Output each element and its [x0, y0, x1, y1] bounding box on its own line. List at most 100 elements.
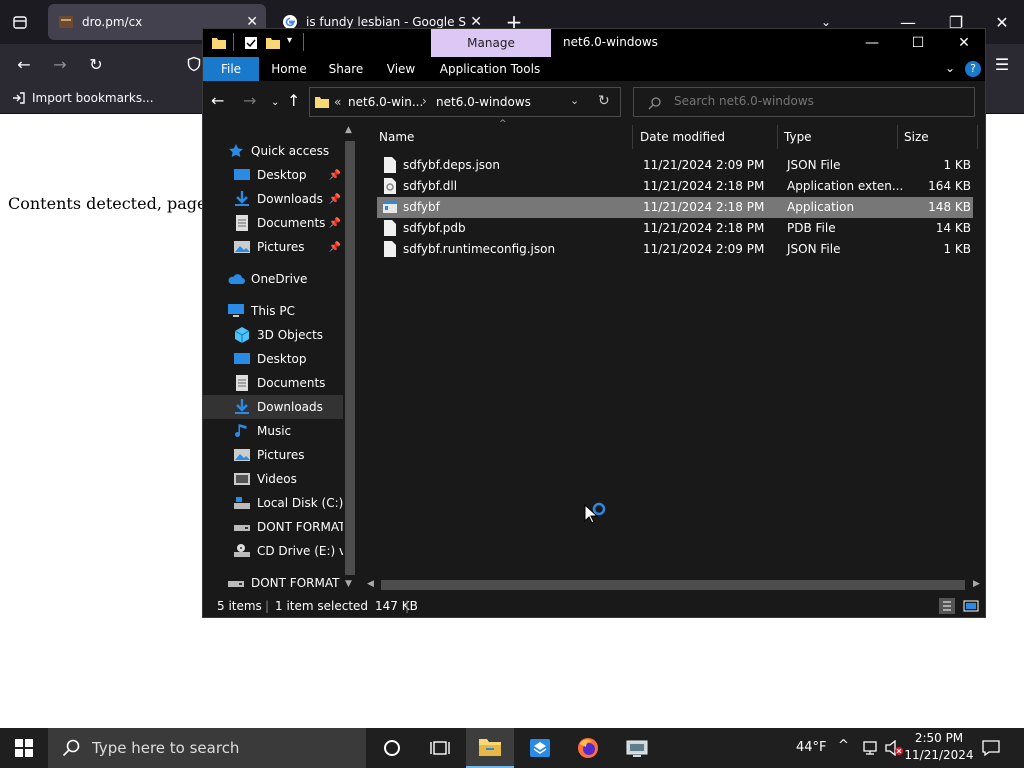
nav-videos[interactable]: Videos: [203, 467, 343, 491]
maximize-icon[interactable]: ☐: [895, 29, 941, 57]
column-size[interactable]: Size: [898, 125, 978, 149]
properties-icon[interactable]: [243, 35, 259, 51]
import-icon: [13, 92, 25, 104]
column-type[interactable]: Type: [778, 125, 898, 149]
refresh-icon[interactable]: ↻: [598, 93, 610, 109]
breadcrumb-parent[interactable]: net6.0-win...: [348, 95, 423, 109]
nav-quick-downloads[interactable]: Downloads 📌: [203, 187, 343, 211]
nav-quick-access[interactable]: Quick access: [203, 139, 343, 163]
pin-icon: 📌: [328, 241, 341, 253]
scroll-down-icon[interactable]: ▼: [345, 579, 352, 589]
breadcrumb-chevron-icon[interactable]: ›: [422, 94, 427, 108]
address-dropdown-icon[interactable]: ⌄: [570, 94, 579, 107]
file-icon: [384, 157, 396, 173]
horizontal-scroll-thumb[interactable]: [381, 580, 965, 590]
manage-context-tab[interactable]: Manage: [431, 29, 551, 57]
menu-icon[interactable]: ☰: [986, 48, 1018, 80]
large-icons-view-icon[interactable]: [963, 598, 979, 614]
tab-application-tools[interactable]: Application Tools: [435, 57, 545, 81]
taskbar-remote-app[interactable]: [614, 728, 662, 768]
expand-ribbon-icon[interactable]: ⌄: [945, 61, 955, 75]
customize-toolbar-icon[interactable]: ▾: [287, 35, 292, 46]
import-bookmarks-link[interactable]: Import bookmarks...: [12, 91, 154, 105]
tab-home[interactable]: Home: [263, 57, 315, 81]
column-name[interactable]: Name: [373, 125, 633, 149]
close-window-icon[interactable]: ✕: [986, 6, 1018, 38]
minimize-icon[interactable]: —: [849, 29, 895, 57]
task-view-button[interactable]: [416, 728, 464, 768]
tab-share[interactable]: Share: [321, 57, 371, 81]
downloads-icon: [235, 191, 249, 206]
selection-size: 147 KB: [375, 599, 418, 613]
up-icon[interactable]: ↑: [287, 91, 300, 110]
nav-desktop[interactable]: Desktop: [203, 347, 343, 371]
search-box[interactable]: [633, 87, 975, 117]
forward-icon[interactable]: →: [243, 91, 256, 110]
breadcrumb-current[interactable]: net6.0-windows: [436, 95, 531, 109]
network-icon[interactable]: [862, 740, 880, 756]
star-icon: [229, 144, 243, 157]
tab-list-icon[interactable]: [4, 6, 36, 38]
back-icon[interactable]: ←: [8, 48, 40, 80]
nav-quick-desktop[interactable]: Desktop 📌: [203, 163, 343, 187]
title-bar: ▾ Manage net6.0-windows — ☐ ✕: [203, 29, 985, 57]
documents-icon: [236, 215, 248, 231]
navigation-pane: Quick access Desktop 📌 Downloads 📌 Documen…: [203, 125, 359, 593]
new-folder-icon[interactable]: [265, 35, 281, 51]
nav-drive-d[interactable]: DONT FORMAT (: [203, 515, 343, 539]
status-divider: |: [405, 599, 410, 613]
details-view-icon[interactable]: [939, 598, 955, 614]
nav-cd-drive[interactable]: CD Drive (E:) virt: [203, 539, 343, 563]
taskbar-file-explorer[interactable]: [466, 728, 514, 768]
reload-icon[interactable]: ↻: [80, 48, 112, 80]
nav-scroll-thumb[interactable]: [345, 141, 355, 575]
onedrive-icon: [228, 274, 245, 284]
start-button[interactable]: [0, 728, 48, 768]
show-hidden-icons-icon[interactable]: ^: [838, 738, 849, 753]
nav-documents[interactable]: Documents: [203, 371, 343, 395]
notifications-icon[interactable]: [982, 739, 1000, 757]
scroll-right-icon[interactable]: ▶: [973, 579, 980, 589]
nav-pictures[interactable]: Pictures: [203, 443, 343, 467]
cortana-button[interactable]: [368, 728, 416, 768]
address-overflow[interactable]: «: [334, 95, 341, 109]
busy-cursor-icon: [584, 502, 606, 524]
file-row-selected[interactable]: sdfybf 11/21/2024 2:18 PM Application 14…: [377, 197, 973, 218]
taskbar-firefox[interactable]: [564, 728, 612, 768]
nav-music[interactable]: Music: [203, 419, 343, 443]
back-icon[interactable]: ←: [211, 91, 224, 110]
window-title: net6.0-windows: [563, 35, 658, 49]
taskbar-search[interactable]: Type here to search: [48, 728, 366, 768]
nav-local-disk[interactable]: Local Disk (C:): [203, 491, 343, 515]
search-icon: [648, 97, 661, 110]
forward-icon[interactable]: →: [44, 48, 76, 80]
item-count: 5 items: [217, 599, 262, 613]
horizontal-scrollbar[interactable]: ◀ ▶: [361, 577, 985, 593]
nav-onedrive[interactable]: OneDrive: [203, 267, 343, 291]
nav-quick-pictures[interactable]: Pictures 📌: [203, 235, 343, 259]
file-row[interactable]: sdfybf.runtimeconfig.json 11/21/2024 2:0…: [377, 239, 973, 260]
file-row[interactable]: sdfybf.dll 11/21/2024 2:18 PM Applicatio…: [377, 176, 973, 197]
volume-muted-icon[interactable]: [884, 740, 904, 756]
tab-view[interactable]: View: [377, 57, 425, 81]
nav-this-pc[interactable]: This PC: [203, 299, 343, 323]
recent-locations-icon[interactable]: ⌄: [271, 97, 279, 108]
tab-file[interactable]: File: [203, 57, 259, 81]
address-bar[interactable]: « net6.0-win... › net6.0-windows ⌄ ↻: [309, 87, 621, 117]
help-icon[interactable]: ?: [965, 61, 981, 77]
file-row[interactable]: sdfybf.deps.json 11/21/2024 2:09 PM JSON…: [377, 155, 973, 176]
scroll-up-icon[interactable]: ▲: [345, 125, 352, 135]
close-icon[interactable]: ✕: [941, 29, 987, 57]
nav-quick-documents[interactable]: Documents 📌: [203, 211, 343, 235]
nav-drive-d-root[interactable]: DONT FORMAT (D: [203, 571, 343, 595]
file-row[interactable]: sdfybf.pdb 11/21/2024 2:18 PM PDB File 1…: [377, 218, 973, 239]
search-input[interactable]: [674, 94, 964, 108]
pictures-icon: [234, 241, 250, 253]
weather-temp[interactable]: 44°F: [796, 740, 827, 755]
taskbar-app-box[interactable]: [516, 728, 564, 768]
system-clock[interactable]: 2:50 PM 11/21/2024: [904, 730, 974, 764]
nav-downloads[interactable]: Downloads: [203, 395, 343, 419]
scroll-left-icon[interactable]: ◀: [367, 579, 374, 589]
nav-3d-objects[interactable]: 3D Objects: [203, 323, 343, 347]
column-date-modified[interactable]: Date modified: [634, 125, 778, 149]
